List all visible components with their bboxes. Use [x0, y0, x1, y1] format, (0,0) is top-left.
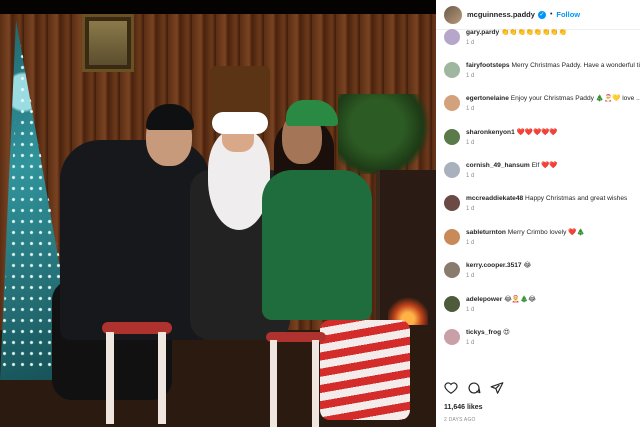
comment-text: ❤️❤️❤️❤️❤️ [516, 129, 558, 136]
commenter-avatar[interactable] [444, 195, 460, 211]
comment-text-line: tickys_frog 😍 [466, 328, 640, 338]
comment-text: 😂 [523, 262, 532, 269]
garland [338, 94, 436, 174]
separator-dot: • [549, 11, 553, 18]
comment-item: sharonkenyon1 ❤️❤️❤️❤️❤️ 1 d [444, 128, 640, 146]
comment-item: adelepower 😂🤶🎄😂 1 d [444, 295, 640, 313]
comment-time: 1 d [466, 140, 475, 146]
post-sidebar: mcguinness.paddy ✓ • Follow gary.pardy 👏… [436, 0, 640, 427]
post-actions [444, 381, 504, 395]
heart-icon[interactable] [444, 381, 458, 395]
comment-item: sableturnton Merry Crimbo lovely ❤️🎄 1 d [444, 228, 640, 246]
comment-time: 1 d [466, 173, 475, 179]
comment-text-line: sableturnton Merry Crimbo lovely ❤️🎄 [466, 228, 640, 238]
verified-icon: ✓ [537, 10, 546, 19]
comment-text-line: sharonkenyon1 ❤️❤️❤️❤️❤️ [466, 128, 640, 138]
stool-leg [106, 332, 114, 424]
comment-text: Elf ❤️❤️ [531, 162, 558, 169]
santa-hat [212, 112, 268, 134]
comment-item: fairyfootsteps Merry Christmas Paddy. Ha… [444, 61, 640, 79]
commenter-username[interactable]: sharonkenyon1 [466, 129, 515, 136]
comment-text-line: fairyfootsteps Merry Christmas Paddy. Ha… [466, 61, 640, 71]
comment-text-line: egertonelaine Enjoy your Christmas Paddy… [466, 94, 640, 104]
commenter-username[interactable]: mccreaddiekate48 [466, 195, 523, 202]
comment-time: 1 d [466, 307, 475, 313]
comment-text: Merry Christmas Paddy. Have a wonderful … [511, 62, 640, 69]
stool-leg [158, 332, 166, 424]
stool-leg [312, 340, 319, 427]
wall-painting [82, 14, 134, 72]
comment-time: 1 d [466, 73, 475, 79]
commenter-avatar[interactable] [444, 296, 460, 312]
striped-stockings [320, 320, 410, 420]
comment-time: 1 d [466, 106, 475, 112]
commenter-username[interactable]: fairyfootsteps [466, 62, 510, 69]
commenter-avatar[interactable] [444, 129, 460, 145]
post-photo[interactable] [0, 0, 436, 427]
comment-text: 😍 [503, 329, 510, 336]
comment-text: 👏👏👏👏👏👏👏👏 [501, 29, 567, 36]
comment-text-line: cornish_49_hansum Elf ❤️❤️ [466, 161, 640, 171]
commenter-avatar[interactable] [444, 329, 460, 345]
comment-time: 1 d [466, 40, 475, 46]
commenter-avatar[interactable] [444, 95, 460, 111]
comment-icon[interactable] [467, 381, 481, 395]
commenter-username[interactable]: sableturnton [466, 229, 506, 236]
share-icon[interactable] [490, 381, 504, 395]
commenter-avatar[interactable] [444, 29, 460, 45]
comment-text-line: gary.pardy 👏👏👏👏👏👏👏👏 [466, 28, 640, 38]
commenter-avatar[interactable] [444, 262, 460, 278]
comment-item: gary.pardy 👏👏👏👏👏👏👏👏 1 d [444, 28, 640, 46]
comment-text-line: kerry.cooper.3517 😂 [466, 261, 640, 271]
commenter-username[interactable]: adelepower [466, 296, 502, 303]
elf-costume [262, 170, 372, 320]
comment-item: mccreaddiekate48 Happy Christmas and gre… [444, 194, 640, 212]
comment-time: 1 d [466, 240, 475, 246]
comment-time: 1 d [466, 340, 475, 346]
author-username[interactable]: mcguinness.paddy [467, 10, 535, 19]
commenter-avatar[interactable] [444, 62, 460, 78]
post-header: mcguinness.paddy ✓ • Follow [436, 0, 640, 30]
comment-text: Merry Crimbo lovely ❤️🎄 [507, 229, 585, 236]
stool-leg [270, 340, 277, 427]
commenter-username[interactable]: egertonelaine [466, 95, 509, 102]
commenter-username[interactable]: gary.pardy [466, 29, 499, 36]
man-figure [60, 140, 210, 340]
photo-top-strip [0, 0, 436, 14]
comment-item: egertonelaine Enjoy your Christmas Paddy… [444, 94, 640, 112]
comment-text: 😂🤶🎄😂 [504, 296, 536, 303]
likes-count[interactable]: 11,646 likes [444, 404, 483, 411]
commenter-avatar[interactable] [444, 162, 460, 178]
post-time: 2 DAYS AGO [444, 417, 476, 423]
comment-text: Happy Christmas and great wishes [525, 195, 628, 202]
commenter-username[interactable]: cornish_49_hansum [466, 162, 530, 169]
comment-item: kerry.cooper.3517 😂 1 d [444, 261, 640, 279]
commenter-avatar[interactable] [444, 229, 460, 245]
comment-item: cornish_49_hansum Elf ❤️❤️ 1 d [444, 161, 640, 179]
commenter-username[interactable]: tickys_frog [466, 329, 501, 336]
comment-item: tickys_frog 😍 1 d [444, 328, 640, 346]
comment-text-line: adelepower 😂🤶🎄😂 [466, 295, 640, 305]
comment-time: 1 d [466, 206, 475, 212]
commenter-username[interactable]: kerry.cooper.3517 [466, 262, 522, 269]
follow-button[interactable]: Follow [556, 10, 580, 19]
comment-text-line: mccreaddiekate48 Happy Christmas and gre… [466, 194, 640, 204]
comment-time: 1 d [466, 273, 475, 279]
author-avatar[interactable] [444, 5, 462, 24]
comment-text: Enjoy your Christmas Paddy 🎄🎅💛 love ...x [510, 95, 640, 102]
